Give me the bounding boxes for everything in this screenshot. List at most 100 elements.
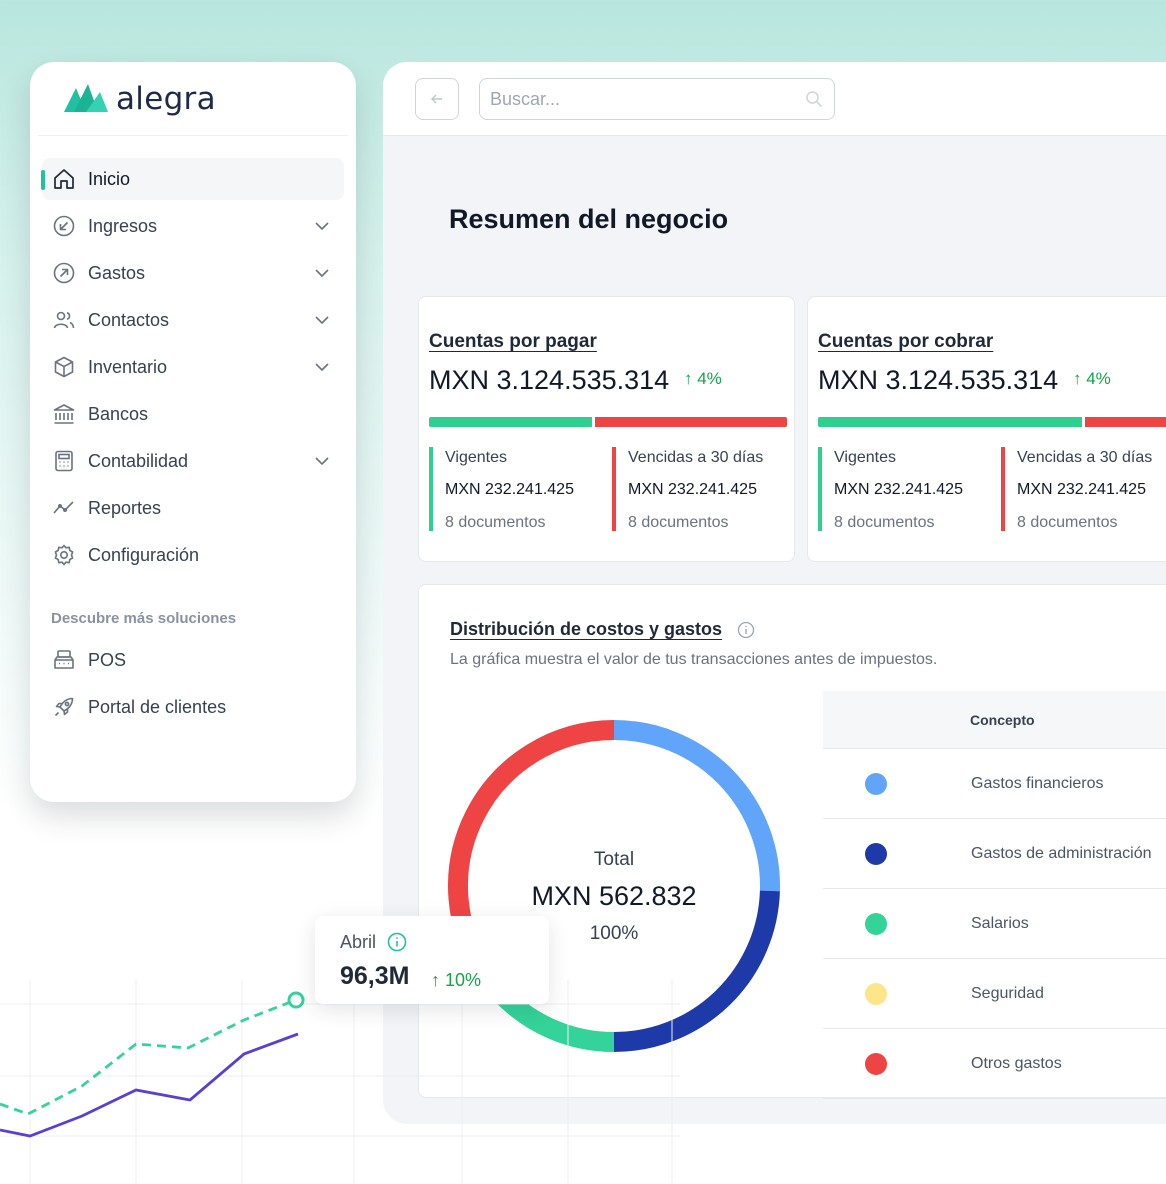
- kpi-vencidas: Vencidas a 30 días MXN 232.241.425 8 doc…: [1001, 447, 1152, 531]
- calculator-icon: [52, 449, 76, 473]
- vigentes-label: Vigentes: [445, 449, 507, 466]
- kpi-vigentes: Vigentes MXN 232.241.425 8 documentos: [818, 447, 963, 531]
- kpi-delta: ↑ 4%: [1073, 369, 1111, 388]
- kpi-delta: ↑ 4%: [684, 369, 722, 388]
- legend-dot: [865, 982, 887, 1005]
- kpi-vencidas: Vencidas a 30 días MXN 232.241.425 8 doc…: [612, 447, 763, 531]
- sidebar-item-reportes[interactable]: Reportes: [42, 487, 344, 529]
- vigentes-docs: 8 documentos: [445, 514, 546, 531]
- sidebar-item-label: Gastos: [88, 262, 146, 283]
- legend-dot: [865, 912, 887, 935]
- concept-label: Gastos financieros: [971, 774, 1104, 792]
- kpi-card-cuentas-por-cobrar: Cuentas por cobrar MXN 3.124.535.314 ↑ 4…: [807, 296, 1166, 562]
- distribution-subtitle: La gráfica muestra el valor de tus trans…: [450, 651, 938, 668]
- bar-segment-vencidas: [594, 417, 787, 427]
- kpi-progress-bar: [429, 417, 787, 427]
- sidebar-item-inventario[interactable]: Inventario: [42, 346, 344, 388]
- vencidas-value: MXN 232.241.425: [628, 481, 757, 498]
- box-icon: [52, 355, 76, 379]
- table-row[interactable]: Otros gastos: [823, 1029, 1166, 1099]
- trend-point-marker[interactable]: [287, 991, 305, 1009]
- donut-total-amount: MXN 562.832: [531, 881, 697, 911]
- bank-icon: [52, 402, 76, 426]
- sidebar-item-portal-clientes[interactable]: Portal de clientes: [42, 686, 344, 728]
- sidebar-nav: Inicio Ingresos Gastos Contactos Inventa…: [30, 158, 356, 728]
- concept-table: Concepto Gastos financieros Gastos de ad…: [823, 691, 1166, 1099]
- sidebar-item-label: Contabilidad: [88, 450, 189, 471]
- back-button[interactable]: [415, 78, 459, 120]
- sidebar-item-label: Contactos: [88, 309, 170, 330]
- sidebar: alegra Inicio Ingresos Gastos Contactos …: [30, 62, 356, 802]
- topbar: [383, 62, 1166, 136]
- alegra-logo-icon: [64, 83, 108, 112]
- vencidas-label: Vencidas a 30 días: [1017, 449, 1153, 466]
- vigentes-value: MXN 232.241.425: [834, 481, 963, 498]
- search-box[interactable]: [479, 78, 835, 120]
- sidebar-item-contactos[interactable]: Contactos: [42, 299, 344, 341]
- bar-segment-vencidas: [1085, 417, 1166, 427]
- sidebar-item-inicio[interactable]: Inicio: [41, 158, 344, 200]
- brand-name: alegra: [116, 80, 216, 117]
- sidebar-item-label: Portal de clientes: [88, 696, 227, 717]
- vigentes-docs: 8 documentos: [834, 514, 935, 531]
- table-row[interactable]: Salarios: [823, 889, 1166, 959]
- kpi-card-cuentas-por-pagar: Cuentas por pagar MXN 3.124.535.314 ↑ 4%…: [418, 296, 795, 562]
- kpi-amount: MXN 3.124.535.314: [818, 365, 1059, 395]
- chevron-down-icon[interactable]: [314, 265, 330, 281]
- bar-segment-vigentes: [429, 417, 592, 427]
- vencidas-label: Vencidas a 30 días: [628, 449, 764, 466]
- solutions-section-title: Descubre más soluciones: [51, 610, 237, 627]
- concept-label: Salarios: [971, 914, 1029, 932]
- users-icon: [52, 308, 76, 332]
- bar-segment-vigentes: [818, 417, 1082, 427]
- table-row[interactable]: Gastos financieros: [823, 749, 1166, 819]
- sidebar-item-gastos[interactable]: Gastos: [42, 252, 344, 294]
- column-header-concepto: Concepto: [970, 711, 1035, 728]
- arrow-out-circle-icon: [52, 261, 76, 285]
- sidebar-item-label: Inventario: [88, 356, 168, 377]
- tooltip-value: 96,3M: [340, 962, 410, 990]
- distribution-title-link[interactable]: Distribución de costos y gastos: [450, 619, 722, 640]
- kpi-progress-bar: [818, 417, 1166, 427]
- sidebar-item-ingresos[interactable]: Ingresos: [42, 205, 344, 247]
- kpi-title-link[interactable]: Cuentas por cobrar: [818, 331, 993, 353]
- sidebar-item-configuracion[interactable]: Configuración: [42, 534, 344, 576]
- trend-solid-series: [0, 1032, 299, 1138]
- concept-label: Gastos de administración: [971, 844, 1152, 862]
- trend-tooltip: Abril 96,3M ↑ 10%: [315, 916, 549, 1004]
- chevron-down-icon[interactable]: [314, 218, 330, 234]
- legend-dot: [865, 842, 887, 865]
- sidebar-item-bancos[interactable]: Bancos: [42, 393, 344, 435]
- concept-label: Otros gastos: [971, 1054, 1062, 1072]
- sidebar-item-label: Ingresos: [88, 215, 158, 236]
- arrow-left-icon: [431, 94, 442, 104]
- chevron-down-icon[interactable]: [314, 359, 330, 375]
- sidebar-item-contabilidad[interactable]: Contabilidad: [42, 440, 344, 482]
- table-row[interactable]: Gastos de administración: [823, 819, 1166, 889]
- trend-line-icon: [52, 496, 76, 520]
- trend-dashed-series: [0, 998, 297, 1116]
- home-icon: [52, 167, 76, 191]
- chevron-down-icon[interactable]: [314, 312, 330, 328]
- search-input[interactable]: [490, 88, 804, 110]
- sidebar-item-label: Inicio: [88, 168, 131, 189]
- chart-grid: [0, 980, 680, 1184]
- sidebar-item-label: Bancos: [88, 403, 149, 424]
- sidebar-item-label: POS: [88, 649, 127, 670]
- tooltip-month: Abril: [340, 932, 377, 952]
- sidebar-item-pos[interactable]: POS: [42, 639, 344, 681]
- kpi-title-link[interactable]: Cuentas por pagar: [429, 331, 597, 353]
- logo[interactable]: alegra: [38, 62, 348, 136]
- table-row[interactable]: Seguridad: [823, 959, 1166, 1029]
- info-icon[interactable]: [737, 621, 755, 639]
- gear-icon: [52, 543, 76, 567]
- arrow-in-circle-icon: [52, 214, 76, 238]
- vencidas-docs: 8 documentos: [628, 514, 729, 531]
- sidebar-item-label: Reportes: [88, 497, 162, 518]
- chevron-down-icon[interactable]: [314, 453, 330, 469]
- legend-dot: [865, 1052, 887, 1075]
- vigentes-label: Vigentes: [834, 449, 896, 466]
- vigentes-value: MXN 232.241.425: [445, 481, 574, 498]
- info-icon[interactable]: [387, 932, 407, 952]
- search-icon[interactable]: [804, 89, 824, 109]
